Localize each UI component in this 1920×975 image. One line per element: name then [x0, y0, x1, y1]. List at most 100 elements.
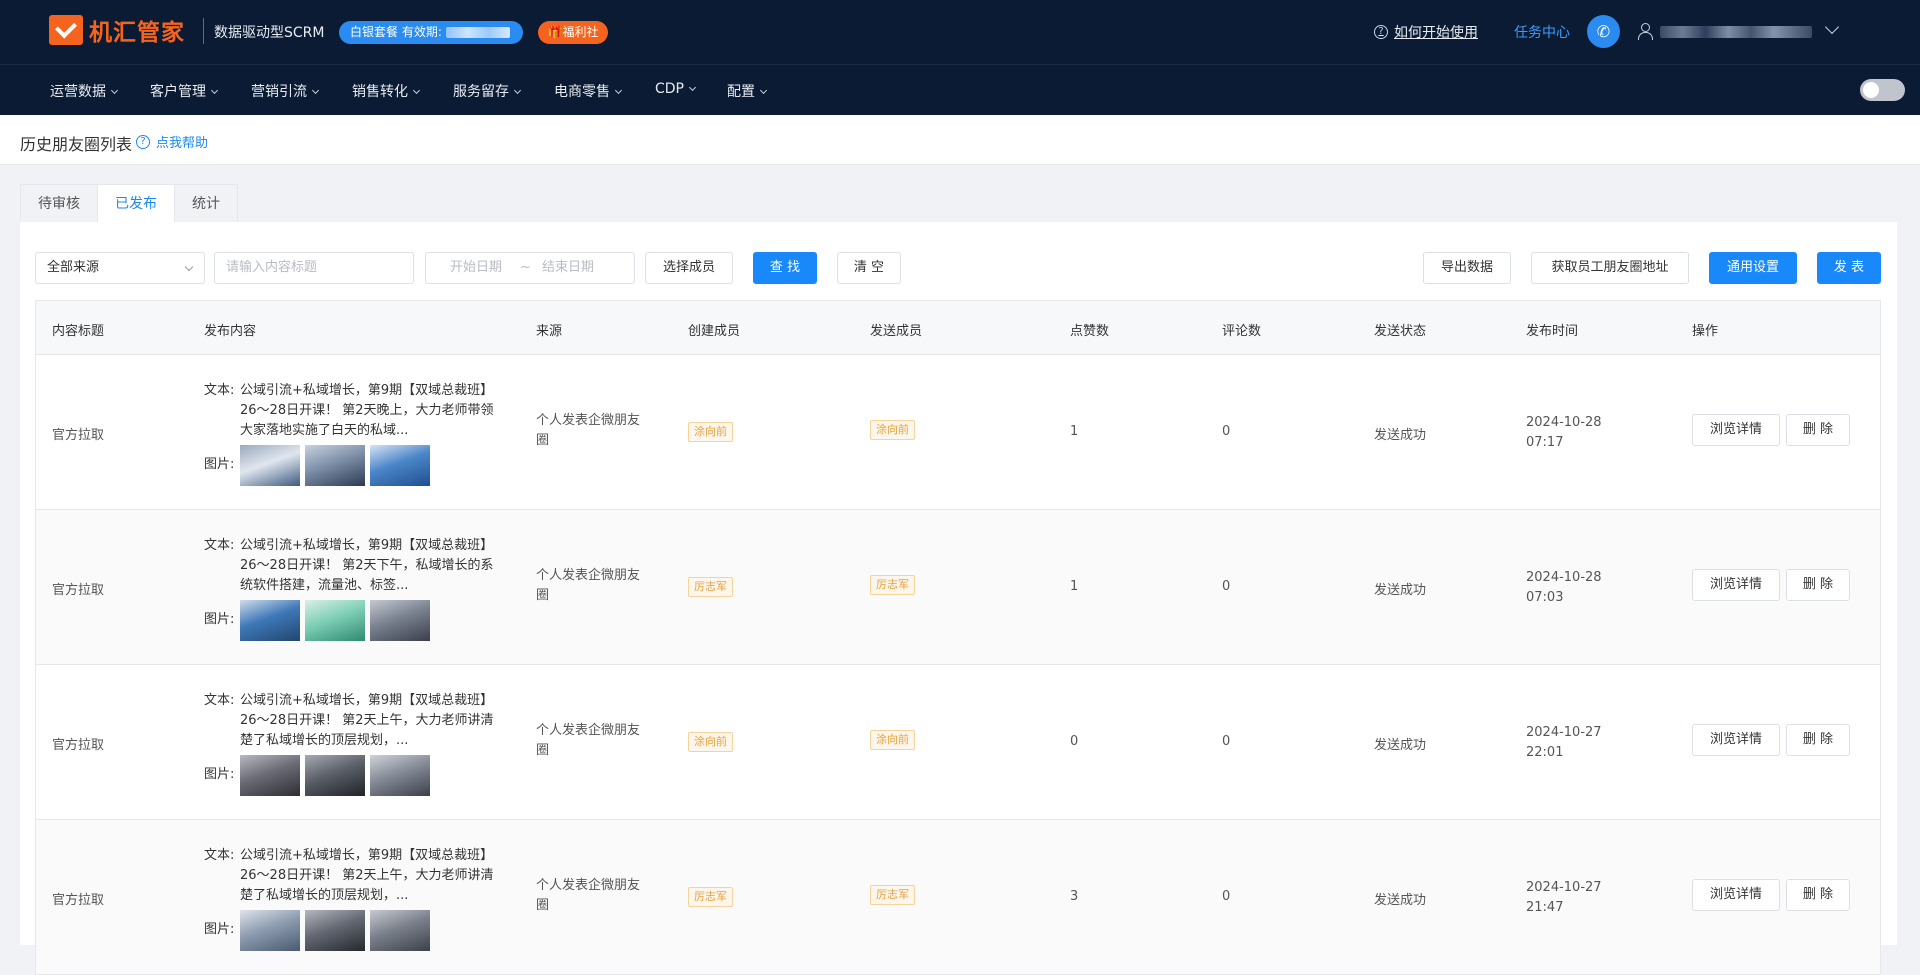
logo[interactable]: 机汇管家	[49, 13, 185, 47]
nav-item-operations[interactable]: 运营数据	[50, 81, 119, 101]
column-header: 创建成员	[688, 324, 741, 339]
publish-clock: 21:47	[1526, 900, 1564, 915]
photo-thumbnail[interactable]	[370, 445, 430, 486]
publish-content-text: 文本: 公域引流+私域增长，第9期【双域总裁班】26～28日开课！ 第2天上午，…	[204, 846, 494, 906]
task-center-link[interactable]: 任务中心	[1514, 22, 1570, 42]
column-header: 发送成员	[870, 324, 923, 339]
image-thumbnails	[240, 755, 435, 796]
end-date-input[interactable]: 结束日期	[542, 253, 594, 283]
source-cell: 个人发表企微朋友圈	[536, 413, 641, 448]
welfare-badge[interactable]: 🎁福利社	[538, 21, 608, 44]
general-settings-button[interactable]: 通用设置	[1709, 252, 1797, 284]
photo-thumbnail[interactable]	[305, 755, 365, 796]
column-header: 操作	[1692, 324, 1719, 339]
photo-thumbnail[interactable]	[305, 600, 365, 641]
post-text: 公域引流+私域增长，第9期【双域总裁班】26～28日开课！ 第2天上午，大力老师…	[240, 848, 494, 903]
nav-item-sales[interactable]: 销售转化	[352, 81, 421, 101]
post-text: 公域引流+私域增长，第9期【双域总裁班】26～28日开课！ 第2天晚上，大力老师…	[240, 383, 494, 438]
photo-thumbnail[interactable]	[370, 755, 430, 796]
help-me-link[interactable]: ? 点我帮助	[136, 132, 208, 151]
publish-date: 2024-10-27	[1526, 725, 1602, 740]
help-start-link[interactable]: ? 如何开始使用	[1374, 22, 1478, 42]
moments-table: 内容标题 发布内容 来源 创建成员 发送成员 点赞数 评论数 发送状态 发布时间…	[35, 300, 1881, 975]
table-row: 官方拉取 文本: 公域引流+私域增长，第9期【双域总裁班】26～28日开课！ 第…	[36, 355, 1880, 510]
source-cell: 个人发表企微朋友圈	[536, 878, 641, 913]
tab-statistics[interactable]: 统计	[174, 184, 238, 222]
column-header: 发布时间	[1526, 324, 1579, 339]
product-subtitle: 数据驱动型SCRM	[214, 25, 325, 41]
view-detail-button[interactable]: 浏览详情	[1692, 724, 1780, 756]
package-badge[interactable]: 白银套餐 有效期:	[339, 21, 523, 44]
table-row: 官方拉取 文本: 公域引流+私域增长，第9期【双域总裁班】26～28日开课！ 第…	[36, 820, 1880, 975]
divider	[203, 18, 204, 44]
chevron-down-icon	[311, 86, 320, 95]
photo-thumbnail[interactable]	[370, 600, 430, 641]
publish-time: 2024-10-27 21:47	[1526, 878, 1602, 918]
clear-button[interactable]: 清 空	[837, 252, 901, 284]
nav-item-ecommerce[interactable]: 电商零售	[554, 81, 623, 101]
nav-item-cdp[interactable]: CDP	[655, 81, 697, 97]
start-date-input[interactable]: 开始日期	[450, 253, 502, 283]
publish-button[interactable]: 发 表	[1817, 252, 1881, 284]
tab-published[interactable]: 已发布	[97, 184, 175, 222]
view-detail-button[interactable]: 浏览详情	[1692, 414, 1780, 446]
view-detail-button[interactable]: 浏览详情	[1692, 569, 1780, 601]
nav-label: CDP	[655, 81, 684, 97]
nav-item-marketing[interactable]: 营销引流	[251, 81, 320, 101]
logo-text: 机汇管家	[89, 20, 185, 46]
theme-toggle[interactable]	[1860, 79, 1905, 101]
redacted-expiry	[445, 27, 510, 38]
source-cell: 个人发表企微朋友圈	[536, 723, 641, 758]
chevron-down-icon	[513, 86, 522, 95]
date-range-picker[interactable]: 开始日期 ~ 结束日期	[425, 252, 635, 284]
tab-bar: 待审核 已发布 统计	[20, 184, 238, 222]
nav-item-config[interactable]: 配置	[727, 81, 768, 101]
chevron-down-icon	[110, 86, 119, 95]
export-button[interactable]: 导出数据	[1423, 252, 1511, 284]
nav-label: 电商零售	[554, 84, 610, 100]
title-search-input[interactable]: 请输入内容标题	[214, 252, 414, 284]
help-me-label: 点我帮助	[156, 136, 209, 151]
column-header: 来源	[536, 324, 563, 339]
source-select[interactable]: 全部来源	[35, 252, 205, 284]
photo-thumbnail[interactable]	[240, 755, 300, 796]
content-title: 官方拉取	[52, 583, 105, 598]
publish-date: 2024-10-28	[1526, 570, 1602, 585]
view-detail-button[interactable]: 浏览详情	[1692, 879, 1780, 911]
phone-button[interactable]: ✆	[1587, 15, 1620, 48]
image-label: 图片:	[204, 612, 235, 627]
get-address-button[interactable]: 获取员工朋友圈地址	[1531, 252, 1689, 284]
column-header: 发送状态	[1374, 324, 1427, 339]
delete-button[interactable]: 删 除	[1786, 414, 1850, 446]
nav-item-service[interactable]: 服务留存	[453, 81, 522, 101]
logo-icon	[49, 15, 83, 45]
creator-tag: 厉志军	[688, 577, 733, 597]
column-header: 点赞数	[1070, 324, 1110, 339]
redacted-username[interactable]	[1660, 26, 1812, 38]
chevron-down-icon[interactable]	[1824, 19, 1840, 35]
post-text: 公域引流+私域增长，第9期【双域总裁班】26～28日开课！ 第2天上午，大力老师…	[240, 693, 494, 748]
column-header: 发布内容	[204, 324, 257, 339]
publish-date: 2024-10-28	[1526, 415, 1602, 430]
top-header: 机汇管家 数据驱动型SCRM 白银套餐 有效期: 🎁福利社 ? 如何开始使用 任…	[0, 0, 1920, 64]
photo-thumbnail[interactable]	[240, 445, 300, 486]
image-label: 图片:	[204, 457, 235, 472]
send-status: 发送成功	[1374, 428, 1427, 443]
search-button[interactable]: 查 找	[753, 252, 817, 284]
table-header: 内容标题 发布内容 来源 创建成员 发送成员 点赞数 评论数 发送状态 发布时间…	[36, 301, 1880, 355]
content-title: 官方拉取	[52, 738, 105, 753]
photo-thumbnail[interactable]	[305, 445, 365, 486]
delete-button[interactable]: 删 除	[1786, 879, 1850, 911]
photo-thumbnail[interactable]	[240, 600, 300, 641]
select-member-button[interactable]: 选择成员	[645, 252, 733, 284]
send-status: 发送成功	[1374, 583, 1427, 598]
nav-item-customers[interactable]: 客户管理	[150, 81, 219, 101]
delete-button[interactable]: 删 除	[1786, 569, 1850, 601]
image-label: 图片:	[204, 922, 235, 937]
welfare-badge-label: 福利社	[562, 25, 599, 39]
delete-button[interactable]: 删 除	[1786, 724, 1850, 756]
likes-count: 1	[1070, 579, 1079, 594]
creator-tag: 涂向前	[688, 732, 733, 752]
comments-count: 0	[1222, 424, 1231, 439]
tab-pending-review[interactable]: 待审核	[20, 184, 98, 222]
